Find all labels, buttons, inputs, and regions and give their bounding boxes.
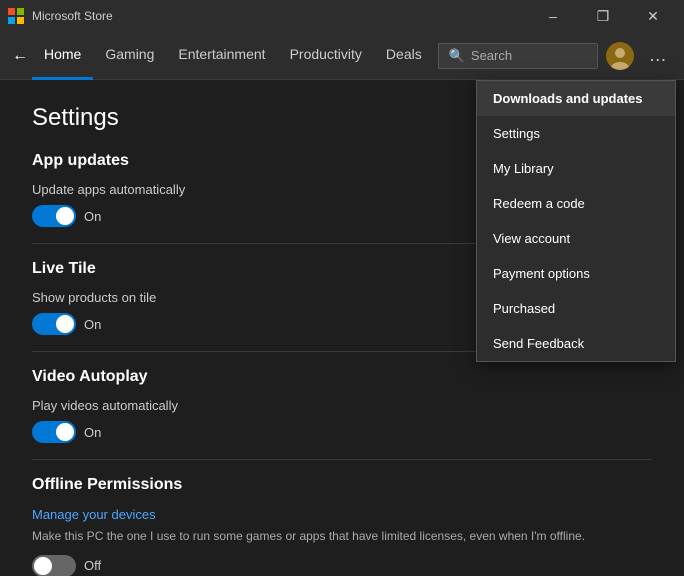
offline-permissions-toggle[interactable] [32, 555, 76, 576]
app-updates-toggle-knob [56, 207, 74, 225]
offline-permissions-toggle-row: Off [32, 555, 652, 576]
minimize-button[interactable]: – [530, 0, 576, 32]
nav-links: Home Gaming Entertainment Productivity D… [32, 32, 434, 80]
dropdown-item-payment-options[interactable]: Payment options [477, 256, 675, 291]
offline-permissions-description: Make this PC the one I use to run some g… [32, 528, 652, 545]
back-button[interactable]: ← [12, 40, 28, 72]
restore-button[interactable]: ❐ [580, 0, 626, 32]
store-logo-icon [8, 8, 24, 24]
search-icon: 🔍 [449, 48, 465, 64]
dropdown-item-my-library[interactable]: My Library [477, 151, 675, 186]
offline-permissions-toggle-label: Off [84, 558, 101, 573]
manage-devices-link[interactable]: Manage your devices [32, 507, 156, 522]
nav-item-home[interactable]: Home [32, 32, 93, 80]
dropdown-item-downloads-updates[interactable]: Downloads and updates [477, 81, 675, 116]
dropdown-item-settings[interactable]: Settings [477, 116, 675, 151]
video-autoplay-toggle-row: On [32, 421, 652, 443]
avatar[interactable] [606, 42, 634, 70]
video-autoplay-title: Video Autoplay [32, 368, 652, 386]
nav-right: 🔍 Search … [438, 40, 674, 72]
video-autoplay-toggle-knob [56, 423, 74, 441]
dropdown-item-purchased[interactable]: Purchased [477, 291, 675, 326]
video-autoplay-label: Play videos automatically [32, 398, 652, 413]
nav-item-deals[interactable]: Deals [374, 32, 434, 80]
nav-item-gaming[interactable]: Gaming [93, 32, 166, 80]
close-button[interactable]: ✕ [630, 0, 676, 32]
divider-3 [32, 459, 652, 460]
nav-item-productivity[interactable]: Productivity [278, 32, 374, 80]
dropdown-item-view-account[interactable]: View account [477, 221, 675, 256]
live-tile-toggle-label: On [84, 317, 101, 332]
app-updates-toggle-label: On [84, 209, 101, 224]
title-bar-title: Microsoft Store [32, 9, 113, 23]
avatar-image [606, 42, 634, 70]
search-text: Search [471, 48, 512, 63]
nav-item-entertainment[interactable]: Entertainment [166, 32, 277, 80]
video-autoplay-toggle-label: On [84, 425, 101, 440]
search-box[interactable]: 🔍 Search [438, 43, 598, 69]
video-autoplay-toggle[interactable] [32, 421, 76, 443]
title-bar: Microsoft Store – ❐ ✕ [0, 0, 684, 32]
offline-permissions-toggle-knob [34, 557, 52, 575]
section-offline-permissions: Offline Permissions Manage your devices … [32, 476, 652, 576]
live-tile-toggle-knob [56, 315, 74, 333]
title-bar-controls: – ❐ ✕ [530, 0, 676, 32]
dropdown-item-redeem-code[interactable]: Redeem a code [477, 186, 675, 221]
live-tile-toggle[interactable] [32, 313, 76, 335]
section-video-autoplay: Video Autoplay Play videos automatically… [32, 368, 652, 443]
dropdown-item-send-feedback[interactable]: Send Feedback [477, 326, 675, 361]
offline-permissions-title: Offline Permissions [32, 476, 652, 494]
dropdown-menu: Downloads and updates Settings My Librar… [476, 80, 676, 362]
app-updates-toggle[interactable] [32, 205, 76, 227]
more-button[interactable]: … [642, 40, 674, 72]
nav-bar: ← Home Gaming Entertainment Productivity… [0, 32, 684, 80]
title-bar-left: Microsoft Store [8, 8, 113, 24]
